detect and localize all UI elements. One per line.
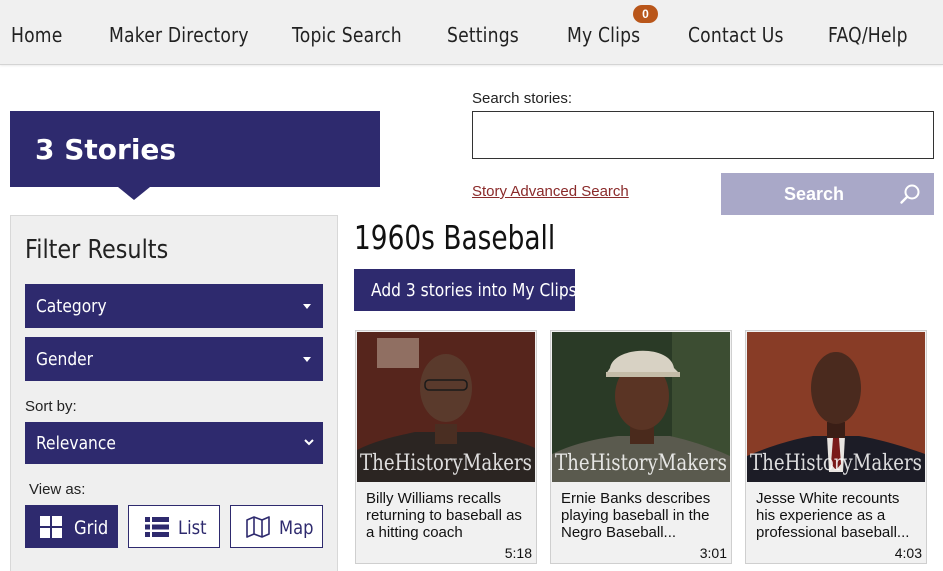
story-duration: 5:18 [504,545,532,561]
sort-label: Sort by: [25,398,77,415]
advanced-search-link[interactable]: Story Advanced Search [472,183,629,200]
nav-faq-help[interactable]: FAQ/Help [828,23,908,47]
video-thumbnail[interactable]: TheHistoryMakers [357,332,535,482]
add-to-clips-label: Add 3 stories into My Clips [371,280,577,301]
top-nav: Home Maker Directory Topic Search Settin… [0,0,943,65]
video-thumbnail[interactable]: TheHistoryMakers [552,332,730,482]
banner-pointer [118,187,150,200]
chevron-down-icon [304,439,314,446]
nav-maker-directory[interactable]: Maker Directory [109,23,249,47]
category-dropdown[interactable]: Category [25,284,323,328]
filter-title: Filter Results [25,235,169,265]
story-duration: 4:03 [894,545,922,561]
story-title[interactable]: Ernie Banks describes playing baseball i… [561,490,726,541]
watermark-text: TheHistoryMakers [555,451,727,476]
results-title: 1960s Baseball [354,218,556,257]
nav-home[interactable]: Home [11,23,62,47]
category-label: Category [36,296,107,317]
nav-topic-search[interactable]: Topic Search [292,23,402,47]
grid-icon [40,516,62,538]
story-title[interactable]: Jesse White recounts his experience as a… [756,490,921,541]
search-icon [900,184,920,204]
video-thumbnail[interactable]: TheHistoryMakers [747,332,925,482]
stories-count: 3 Stories [35,133,177,166]
search-button[interactable]: Search [721,173,934,215]
nav-my-clips[interactable]: My Clips [567,23,640,47]
gender-dropdown[interactable]: Gender [25,337,323,381]
view-map-button[interactable]: Map [230,505,323,548]
list-icon [145,517,169,537]
view-grid-label: Grid [74,517,109,539]
view-grid-button[interactable]: Grid [25,505,118,548]
sort-value: Relevance [36,433,116,454]
story-card[interactable]: TheHistoryMakers Jesse White recounts hi… [745,330,927,564]
caret-down-icon [303,304,311,309]
nav-settings[interactable]: Settings [447,23,519,47]
caret-down-icon [303,357,311,362]
watermark-text: TheHistoryMakers [750,451,922,476]
gender-label: Gender [36,349,94,370]
nav-contact-us[interactable]: Contact Us [688,23,784,47]
story-title[interactable]: Billy Williams recalls returning to base… [366,490,531,541]
search-label: Search stories: [472,90,573,107]
map-icon [246,516,270,538]
view-label: View as: [29,481,86,498]
add-to-clips-button[interactable]: Add 3 stories into My Clips [354,269,577,311]
search-button-label: Search [784,184,845,204]
sort-select[interactable]: Relevance [25,422,323,464]
story-card[interactable]: TheHistoryMakers Billy Williams recalls … [355,330,537,564]
story-card[interactable]: TheHistoryMakers Ernie Banks describes p… [550,330,732,564]
search-input[interactable] [472,111,934,159]
view-map-label: Map [279,517,314,539]
story-duration: 3:01 [699,545,727,561]
stories-count-banner: 3 Stories [10,111,380,187]
view-list-label: List [178,517,207,539]
watermark-text: TheHistoryMakers [360,451,532,476]
clips-count-badge: 0 [633,5,658,23]
view-list-button[interactable]: List [128,505,220,548]
